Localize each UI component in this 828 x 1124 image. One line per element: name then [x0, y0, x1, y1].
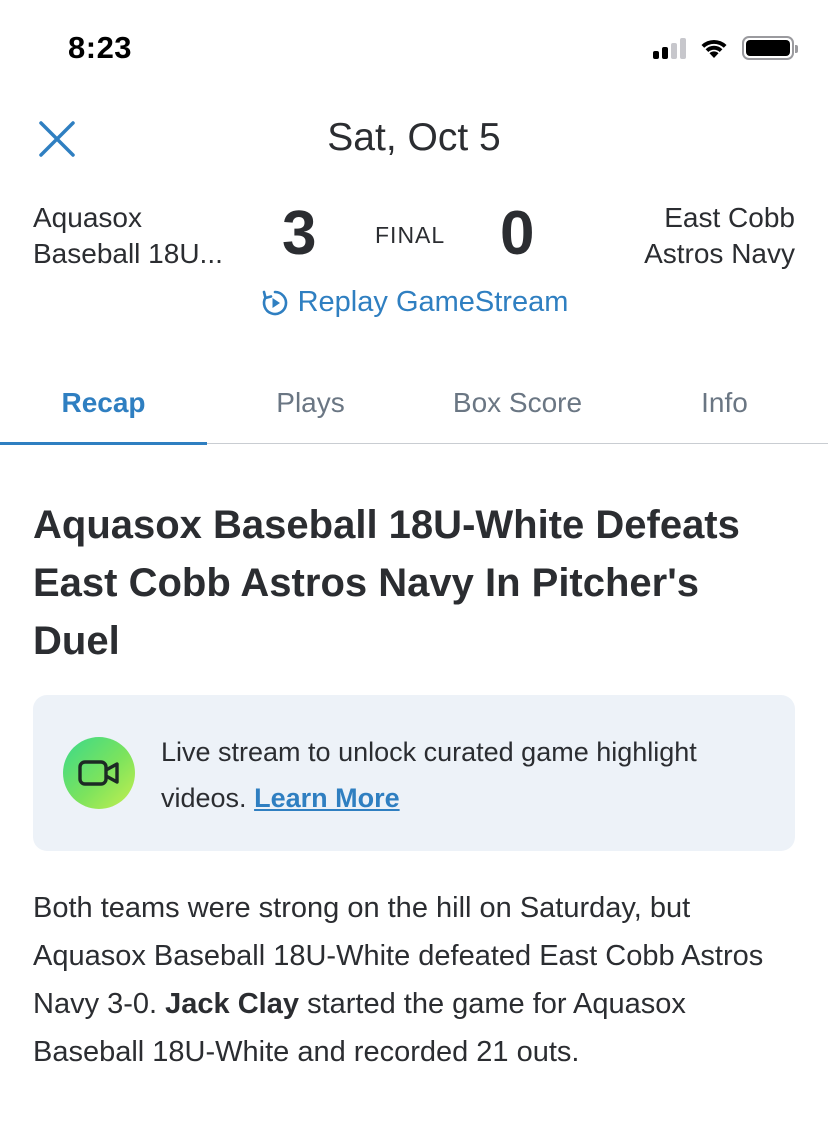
tab-bar: Recap Plays Box Score Info — [0, 362, 828, 445]
replay-gamestream-link[interactable]: Replay GameStream — [0, 286, 828, 319]
home-team-line2: Baseball 18U... — [33, 238, 223, 269]
video-camera-icon — [78, 760, 119, 786]
replay-icon — [262, 290, 287, 315]
learn-more-link[interactable]: Learn More — [254, 783, 400, 813]
page-title: Sat, Oct 5 — [327, 116, 501, 159]
away-score: 0 — [500, 199, 535, 268]
cellular-signal-icon — [653, 37, 686, 59]
away-team-name[interactable]: East Cobb Astros Navy — [575, 200, 795, 272]
player-name: Jack Clay — [165, 988, 299, 1020]
battery-icon — [742, 36, 798, 60]
status-icons — [653, 36, 798, 60]
tab-info[interactable]: Info — [621, 362, 828, 443]
tab-plays[interactable]: Plays — [207, 362, 414, 443]
away-team-line1: East Cobb — [664, 202, 795, 233]
promo-text: Live stream to unlock curated game highl… — [161, 737, 697, 813]
replay-gamestream-label: Replay GameStream — [297, 286, 569, 318]
status-time: 8:23 — [68, 30, 133, 65]
away-team-line2: Astros Navy — [644, 238, 795, 269]
promo-message: Live stream to unlock curated game highl… — [161, 729, 761, 821]
home-score: 3 — [282, 199, 317, 268]
home-team-line1: Aquasox — [33, 202, 142, 233]
tab-recap[interactable]: Recap — [0, 362, 207, 445]
close-icon — [39, 121, 75, 157]
recap-headline: Aquasox Baseball 18U-White Defeats East … — [33, 503, 740, 663]
video-camera-badge — [63, 737, 135, 809]
recap-body: Both teams were strong on the hill on Sa… — [33, 884, 798, 1076]
status-bar: 8:23 — [0, 0, 828, 100]
livestream-promo-card: Live stream to unlock curated game highl… — [33, 695, 795, 851]
wifi-icon — [701, 39, 727, 58]
home-team-name[interactable]: Aquasox Baseball 18U... — [33, 200, 253, 272]
close-button[interactable] — [34, 116, 80, 162]
tab-box-score[interactable]: Box Score — [414, 362, 621, 443]
game-status: FINAL — [375, 222, 446, 248]
